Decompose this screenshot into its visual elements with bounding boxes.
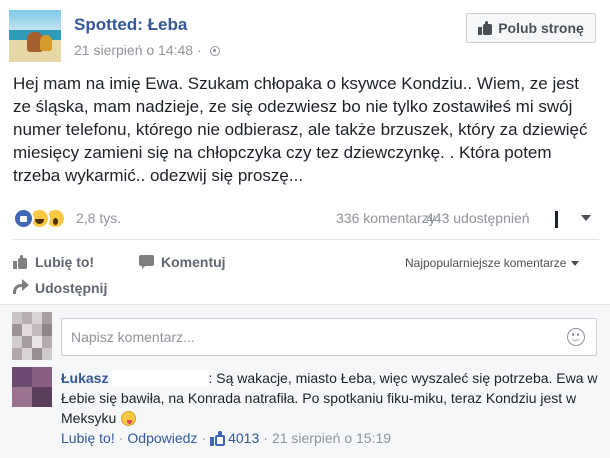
chevron-down-icon[interactable] bbox=[581, 215, 591, 221]
facebook-post: Spotted: Łeba 21 sierpień o 14:48 · Polu… bbox=[0, 0, 610, 458]
meta-separator: · bbox=[118, 430, 124, 446]
comment-like-count[interactable]: 4013 bbox=[228, 430, 259, 446]
comment-meta: Lubię to! · Odpowiedz · 4013 · 21 sierpi… bbox=[61, 430, 391, 446]
post-text: Hej mam na imię Ewa. Szukam chłopaka o k… bbox=[13, 74, 588, 185]
like-page-label: Polub stronę bbox=[498, 20, 584, 36]
post-date-text[interactable]: 21 sierpień o 14:48 · bbox=[74, 42, 206, 58]
tongue-emoji-icon bbox=[121, 411, 137, 426]
globe-icon bbox=[209, 46, 220, 56]
like-page-button[interactable]: Polub stronę bbox=[466, 13, 596, 43]
like-button-label: Lubię to! bbox=[35, 254, 95, 270]
thumbs-up-icon bbox=[13, 255, 28, 269]
meta-separator: · bbox=[201, 430, 207, 446]
share-arrow-icon bbox=[13, 279, 29, 295]
comment-body: Łukasz: Są wakacje, miasto Łeba, więc wy… bbox=[61, 368, 601, 428]
comment-input[interactable] bbox=[61, 318, 597, 356]
divider bbox=[13, 239, 599, 240]
post-date[interactable]: 21 sierpień o 14:48 · bbox=[74, 42, 220, 58]
viewer-avatar[interactable] bbox=[553, 208, 575, 230]
reaction-count[interactable]: 2,8 tys. bbox=[76, 210, 121, 226]
comment-button-label: Komentuj bbox=[161, 254, 226, 270]
comment-bubble-icon bbox=[139, 255, 154, 269]
current-user-avatar[interactable] bbox=[12, 312, 52, 360]
comment-sort-label: Najpopularniejsze komentarze bbox=[405, 256, 567, 270]
post-header: Spotted: Łeba 21 sierpień o 14:48 · Polu… bbox=[0, 0, 610, 62]
commenter-name[interactable]: Łukasz bbox=[61, 370, 108, 386]
comment-like-link[interactable]: Lubię to! bbox=[61, 430, 115, 446]
like-reaction-icon[interactable] bbox=[13, 208, 34, 229]
page-name[interactable]: Spotted: Łeba bbox=[74, 15, 187, 35]
chevron-down-icon bbox=[571, 260, 580, 266]
commenter-avatar[interactable] bbox=[12, 367, 52, 407]
emoji-icon[interactable] bbox=[567, 328, 585, 346]
comment-reply-link[interactable]: Odpowiedz bbox=[127, 430, 197, 446]
comments-count[interactable]: 336 komentarzy bbox=[336, 210, 436, 226]
redacted-surname bbox=[112, 370, 209, 386]
like-button[interactable]: Lubię to! bbox=[13, 254, 94, 270]
share-button[interactable]: Udostępnij bbox=[13, 279, 108, 296]
comment-sort-dropdown[interactable]: Najpopularniejsze komentarze bbox=[405, 256, 580, 270]
comment-button[interactable]: Komentuj bbox=[139, 254, 226, 270]
thumbs-up-icon[interactable] bbox=[210, 430, 226, 446]
shares-count[interactable]: 443 udostępnień bbox=[426, 210, 530, 226]
comment-date[interactable]: 21 sierpień o 15:19 bbox=[272, 430, 391, 446]
reactions-row: 2,8 tys. 336 komentarzy 443 udostępnień bbox=[13, 208, 599, 230]
page-avatar[interactable] bbox=[9, 10, 61, 62]
share-button-label: Udostępnij bbox=[35, 280, 108, 296]
thumbs-up-icon bbox=[478, 21, 493, 35]
meta-separator: · bbox=[263, 430, 268, 446]
